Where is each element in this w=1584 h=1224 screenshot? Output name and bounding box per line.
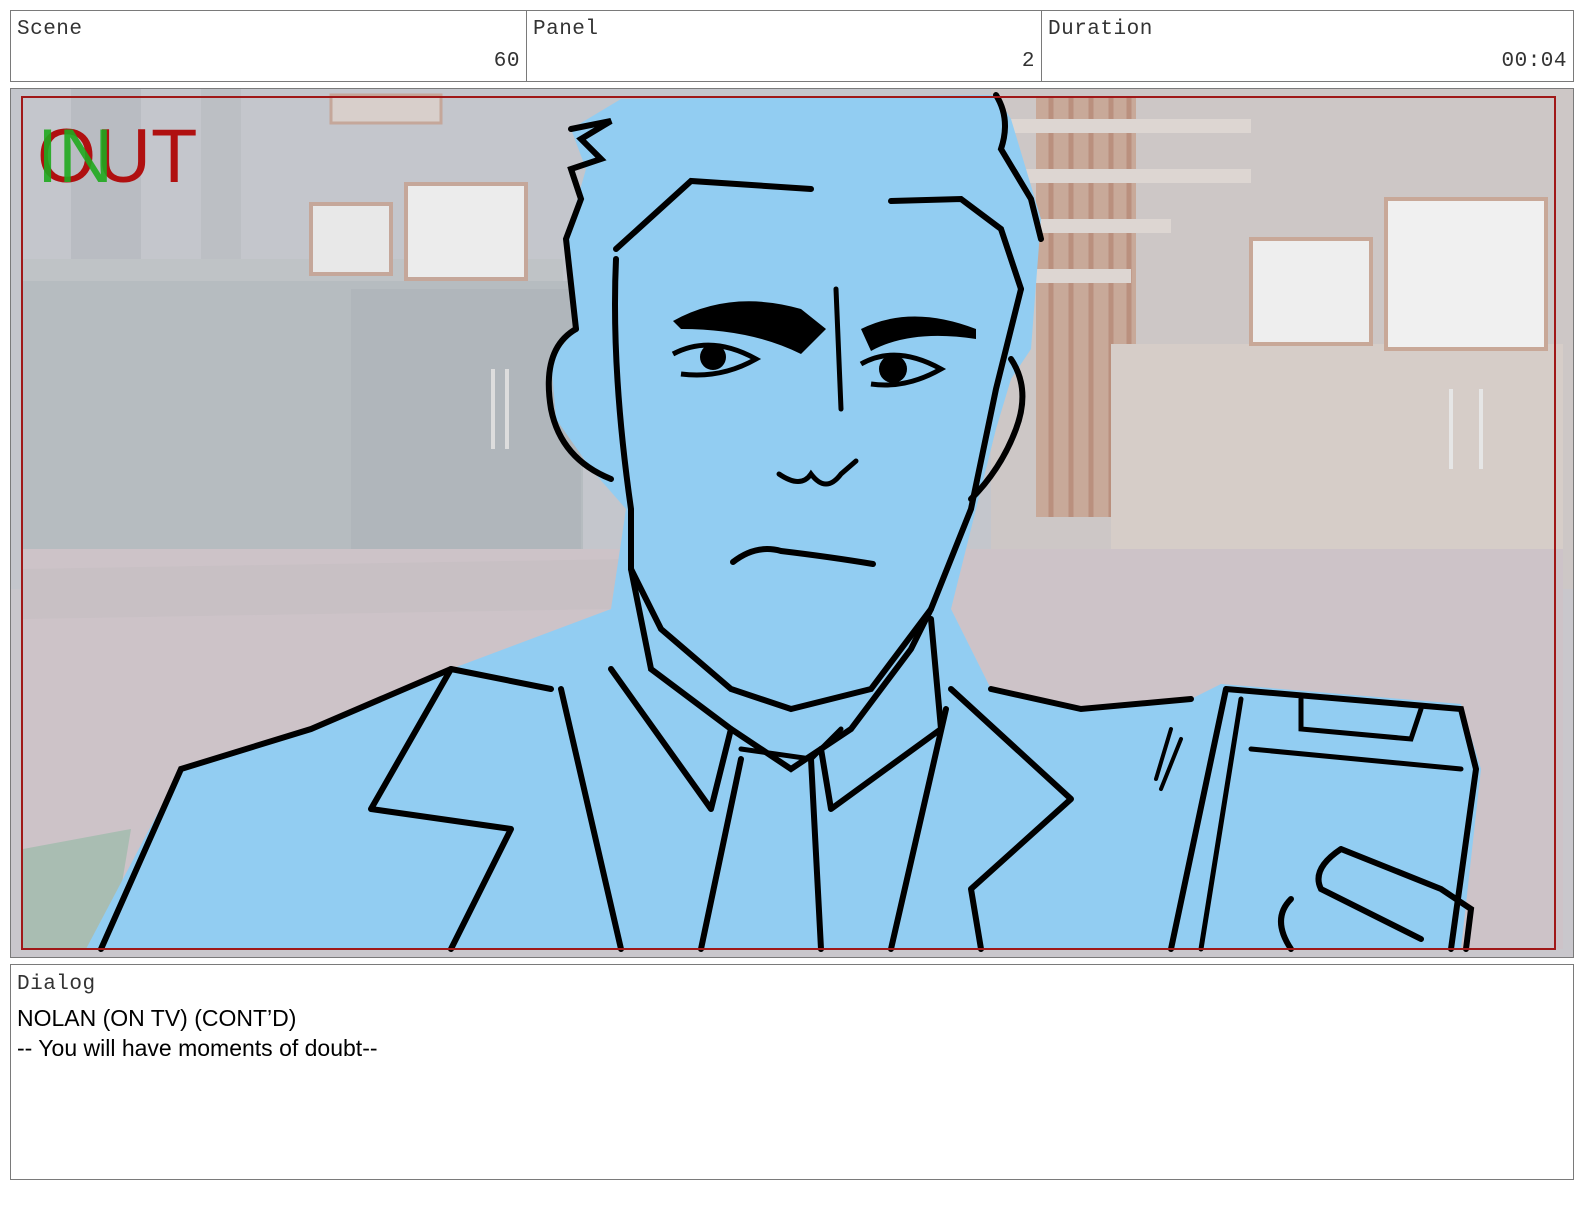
scene-label: Scene [17,18,83,41]
panel-label: Panel [533,18,599,41]
panel-header: Scene 60 Panel 2 Duration 00:04 [10,10,1574,82]
storyboard-drawing [11,89,1573,957]
duration-value: 00:04 [1501,50,1567,73]
dialog-line-speech: -- You will have moments of doubt-- [17,1035,378,1061]
panel-number: 2 [1021,50,1035,73]
dialog-line-speaker: NOLAN (ON TV) (CONT’D) [17,1005,297,1031]
dialog-label: Dialog [17,973,96,996]
dialog-box: Dialog NOLAN (ON TV) (CONT’D) -- You wil… [10,964,1574,1180]
storyboard-panel: OUT IN [10,88,1574,958]
scene-number: 60 [493,50,520,73]
panel-cell: Panel 2 [527,11,1042,81]
scene-cell: Scene 60 [11,11,527,81]
duration-label: Duration [1048,18,1153,41]
duration-cell: Duration 00:04 [1042,11,1573,81]
dialog-text: NOLAN (ON TV) (CONT’D) -- You will have … [17,1003,378,1063]
in-label: IN [37,114,113,199]
